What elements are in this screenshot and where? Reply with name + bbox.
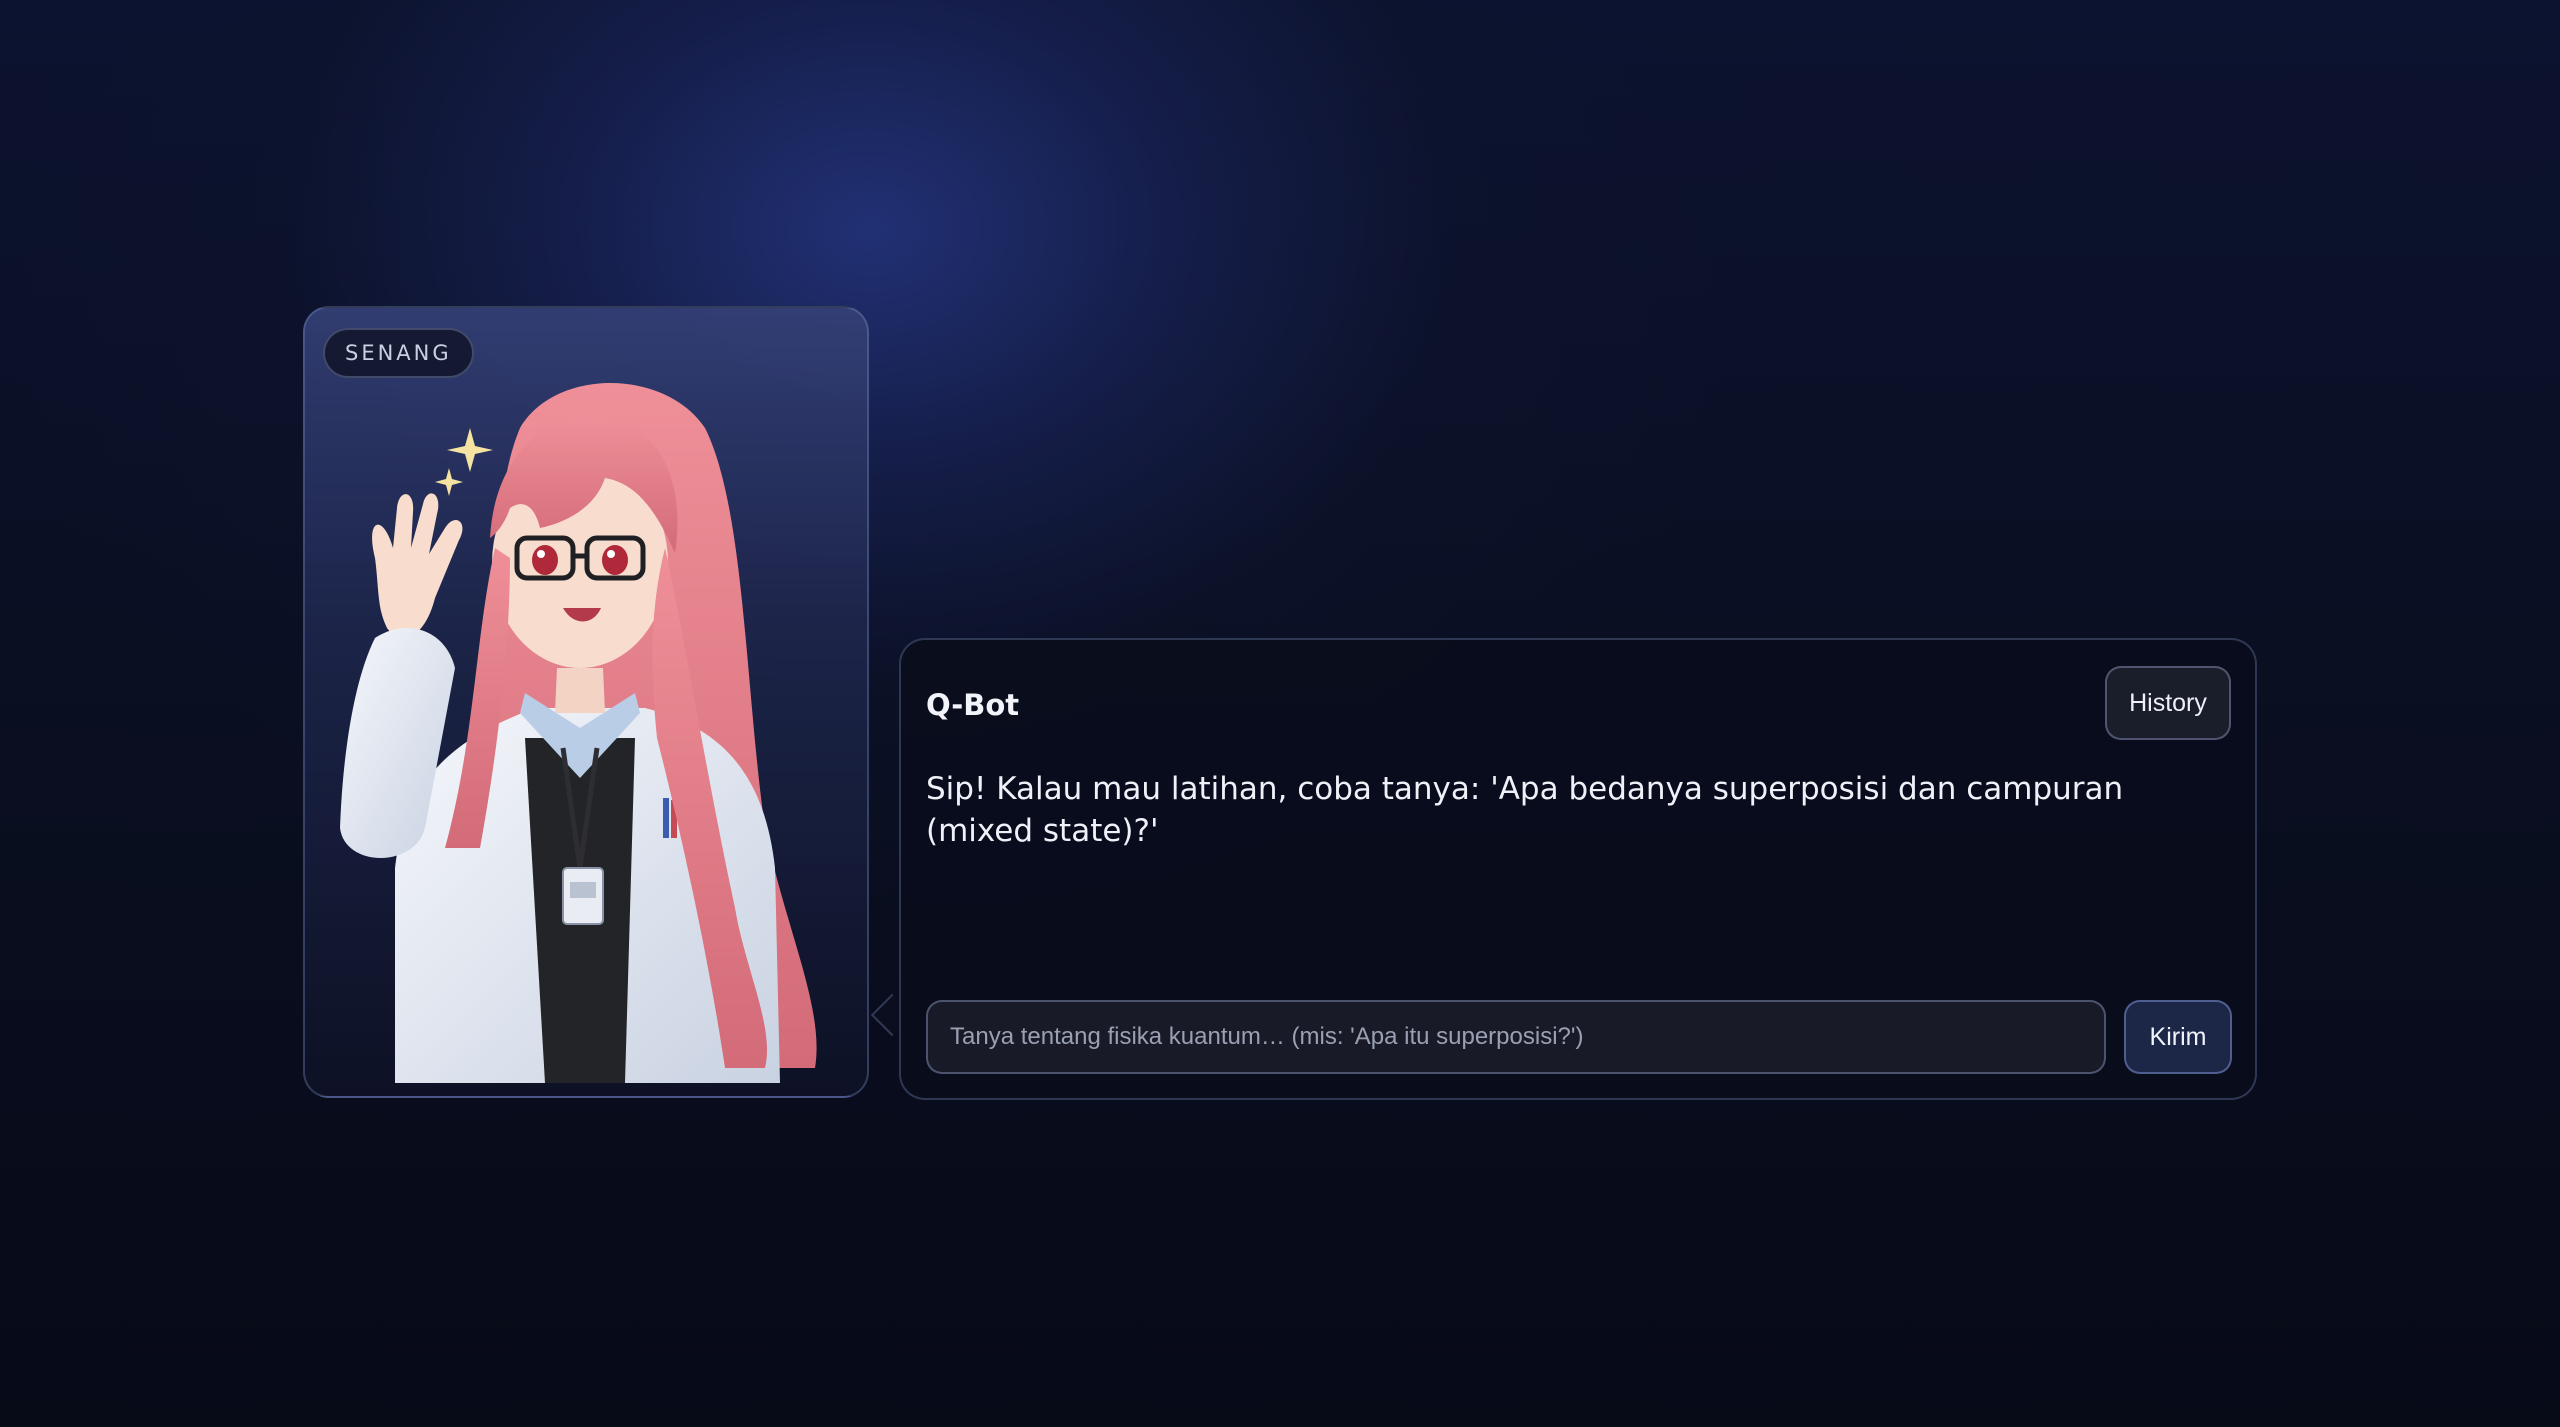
send-button[interactable]: Kirim — [2124, 1000, 2232, 1074]
avatar-card: SENANG — [303, 306, 869, 1098]
chat-panel: Q-Bot History Sip! Kalau mau latihan, co… — [899, 638, 2257, 1100]
mood-badge: SENANG — [323, 328, 474, 378]
question-input[interactable] — [926, 1000, 2106, 1074]
character-illustration — [340, 383, 817, 1083]
bot-name: Q-Bot — [926, 688, 1020, 722]
sparkle-icon — [447, 428, 493, 472]
bot-message: Sip! Kalau mau latihan, coba tanya: 'Apa… — [926, 771, 2124, 849]
waving-hand — [372, 493, 463, 638]
history-button[interactable]: History — [2105, 666, 2231, 740]
sparkle-small-icon — [435, 468, 463, 496]
